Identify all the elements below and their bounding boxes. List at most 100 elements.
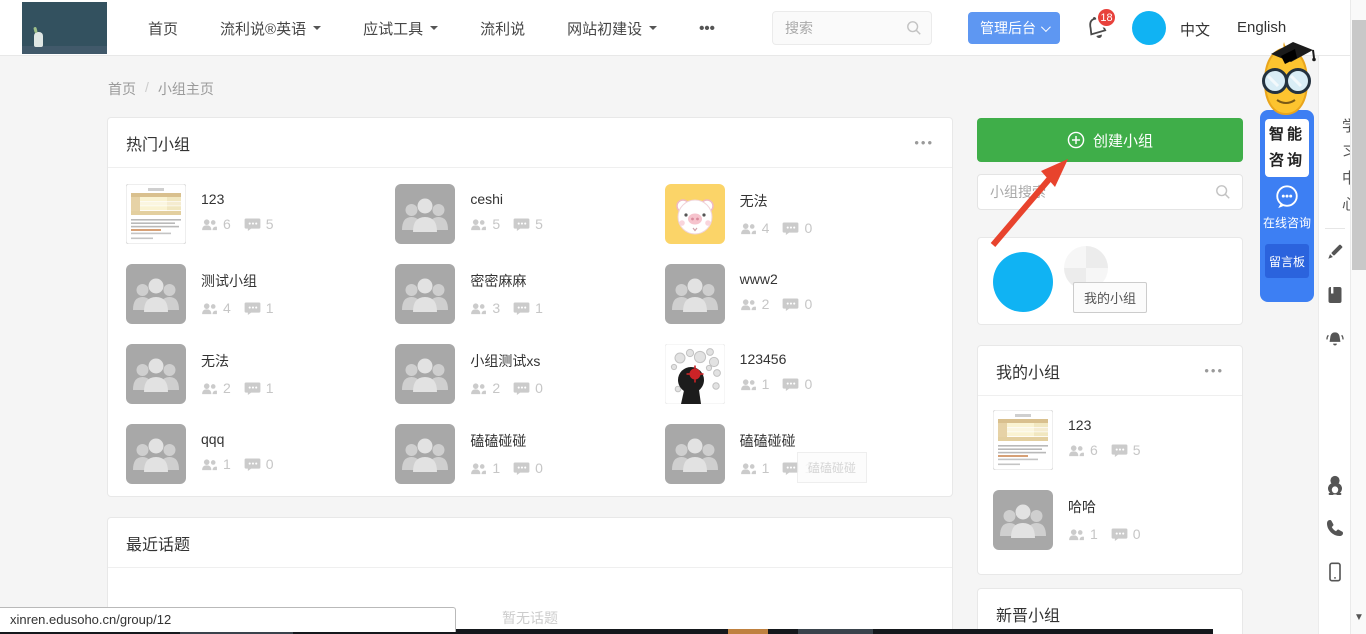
- group-thumbnail: [126, 264, 186, 324]
- topics-icon: [513, 218, 530, 231]
- menu-item-liulishuo-english[interactable]: 流利说®英语: [220, 18, 321, 39]
- group-card[interactable]: 测试小组 4 1: [126, 264, 395, 324]
- group-card[interactable]: 123 6 5: [126, 184, 395, 244]
- pencil-icon[interactable]: [1325, 242, 1345, 262]
- group-card[interactable]: 123456 1 0: [665, 344, 934, 404]
- consult-widget: 智能 咨询 在线咨询 留言板: [1260, 110, 1314, 302]
- breadcrumb-home-link[interactable]: 首页: [108, 79, 136, 99]
- group-card[interactable]: 密密麻麻 3 1: [395, 264, 664, 324]
- panel-title: 最近话题: [126, 531, 190, 555]
- members-icon: [470, 382, 487, 395]
- topics-icon: [244, 302, 261, 315]
- profile-avatar[interactable]: [993, 252, 1053, 312]
- lang-zh-toggle[interactable]: 中文: [1180, 19, 1210, 40]
- user-avatar[interactable]: [1132, 11, 1166, 45]
- group-name: 磕磕碰碰: [740, 431, 826, 451]
- group-stats: 2 0: [740, 296, 826, 312]
- qq-icon[interactable]: [1325, 475, 1345, 495]
- topics-icon: [782, 378, 799, 391]
- group-name: 123: [1068, 417, 1154, 433]
- topic-count: 1: [266, 300, 274, 316]
- group-card[interactable]: ceshi 5 5: [395, 184, 664, 244]
- profile-card: 我的小组: [977, 237, 1243, 325]
- group-card[interactable]: 磕磕碰碰 1 0: [395, 424, 664, 484]
- scroll-down-arrow[interactable]: ▼: [1351, 612, 1366, 623]
- topics-icon: [244, 458, 261, 471]
- members-icon: [201, 382, 218, 395]
- group-thumbnail: [665, 264, 725, 324]
- members-icon: [1068, 528, 1085, 541]
- menu-item-site-building[interactable]: 网站初建设: [567, 18, 657, 39]
- create-group-button[interactable]: 创建小组: [977, 118, 1243, 162]
- members-icon: [201, 218, 218, 231]
- message-board-button[interactable]: 留言板: [1265, 244, 1309, 278]
- menu-item-more[interactable]: •••: [699, 20, 715, 37]
- group-thumbnail: [395, 184, 455, 244]
- phone-icon[interactable]: [1325, 518, 1345, 538]
- group-stats: 1 0: [1068, 526, 1154, 542]
- member-count: 1: [762, 376, 770, 392]
- newest-groups-panel: 新晋小组: [977, 588, 1243, 634]
- hot-groups-panel: 热门小组 ••• 123 6 5 ceshi 5 5: [107, 117, 953, 497]
- scrollbar-thumb[interactable]: [1352, 20, 1366, 270]
- page: 首页 流利说®英语 应试工具 流利说 网站初建设 ••• 管理后台 18 中文 …: [0, 0, 1366, 634]
- group-search-input[interactable]: [978, 175, 1242, 209]
- topics-icon: [1111, 528, 1128, 541]
- more-icon[interactable]: •••: [1204, 363, 1224, 378]
- group-name: 无法: [740, 191, 826, 211]
- members-icon: [201, 302, 218, 315]
- menu-item-exam-tools[interactable]: 应试工具: [363, 18, 438, 39]
- member-count: 4: [762, 220, 770, 236]
- admin-backend-button[interactable]: 管理后台: [968, 12, 1060, 44]
- member-count: 1: [1090, 526, 1098, 542]
- group-card[interactable]: www2 2 0: [665, 264, 934, 324]
- members-icon: [470, 218, 487, 231]
- group-thumbnail: [665, 424, 725, 484]
- book-icon[interactable]: [1325, 285, 1345, 305]
- menu-item-liulishuo[interactable]: 流利说: [480, 18, 525, 39]
- topic-count: 0: [535, 460, 543, 476]
- navbar-search: [772, 11, 932, 45]
- online-consult-button[interactable]: 在线咨询: [1260, 214, 1314, 231]
- mobile-icon[interactable]: [1325, 562, 1345, 582]
- member-count: 3: [492, 300, 500, 316]
- member-count: 5: [492, 216, 500, 232]
- member-count: 2: [223, 380, 231, 396]
- logo-figure-icon: [34, 32, 43, 47]
- my-groups-tag-button[interactable]: 我的小组: [1073, 282, 1147, 313]
- chevron-down-icon: [649, 26, 657, 34]
- breadcrumb-current: 小组主页: [158, 79, 214, 99]
- member-count: 6: [223, 216, 231, 232]
- navbar: 首页 流利说®英语 应试工具 流利说 网站初建设 ••• 管理后台 18 中文 …: [0, 0, 1366, 56]
- lang-en-toggle[interactable]: English: [1237, 19, 1286, 36]
- group-thumbnail: [993, 490, 1053, 550]
- group-card[interactable]: 小组测试xs 2 0: [395, 344, 664, 404]
- alarm-bell-icon[interactable]: [1325, 329, 1345, 349]
- member-count: 1: [223, 456, 231, 472]
- more-icon[interactable]: •••: [914, 135, 934, 150]
- smart-consult-button[interactable]: 智能 咨询: [1265, 119, 1309, 177]
- site-logo[interactable]: [22, 2, 107, 54]
- group-name: 123456: [740, 351, 826, 367]
- search-icon: [906, 20, 922, 36]
- panel-title: 热门小组: [126, 131, 190, 155]
- group-card[interactable]: 哈哈 1 0: [993, 490, 1227, 550]
- group-stats: 1 0: [201, 456, 287, 472]
- member-count: 4: [223, 300, 231, 316]
- chat-bubble-icon: [1274, 184, 1300, 210]
- group-card[interactable]: 无法 2 1: [126, 344, 395, 404]
- topic-count: 1: [266, 380, 274, 396]
- scrollbar[interactable]: ▼: [1350, 0, 1366, 634]
- group-card[interactable]: qqq 1 0: [126, 424, 395, 484]
- topic-count: 5: [1133, 442, 1141, 458]
- group-name: qqq: [201, 431, 287, 447]
- menu-item-home[interactable]: 首页: [148, 18, 178, 39]
- group-stats: 4 1: [201, 300, 287, 316]
- topic-count: 5: [535, 216, 543, 232]
- group-thumbnail: [665, 184, 725, 244]
- topics-icon: [513, 462, 530, 475]
- group-card[interactable]: 无法 4 0: [665, 184, 934, 244]
- group-stats: 5 5: [470, 216, 556, 232]
- group-card[interactable]: 123 6 5: [993, 410, 1227, 470]
- topics-icon: [244, 218, 261, 231]
